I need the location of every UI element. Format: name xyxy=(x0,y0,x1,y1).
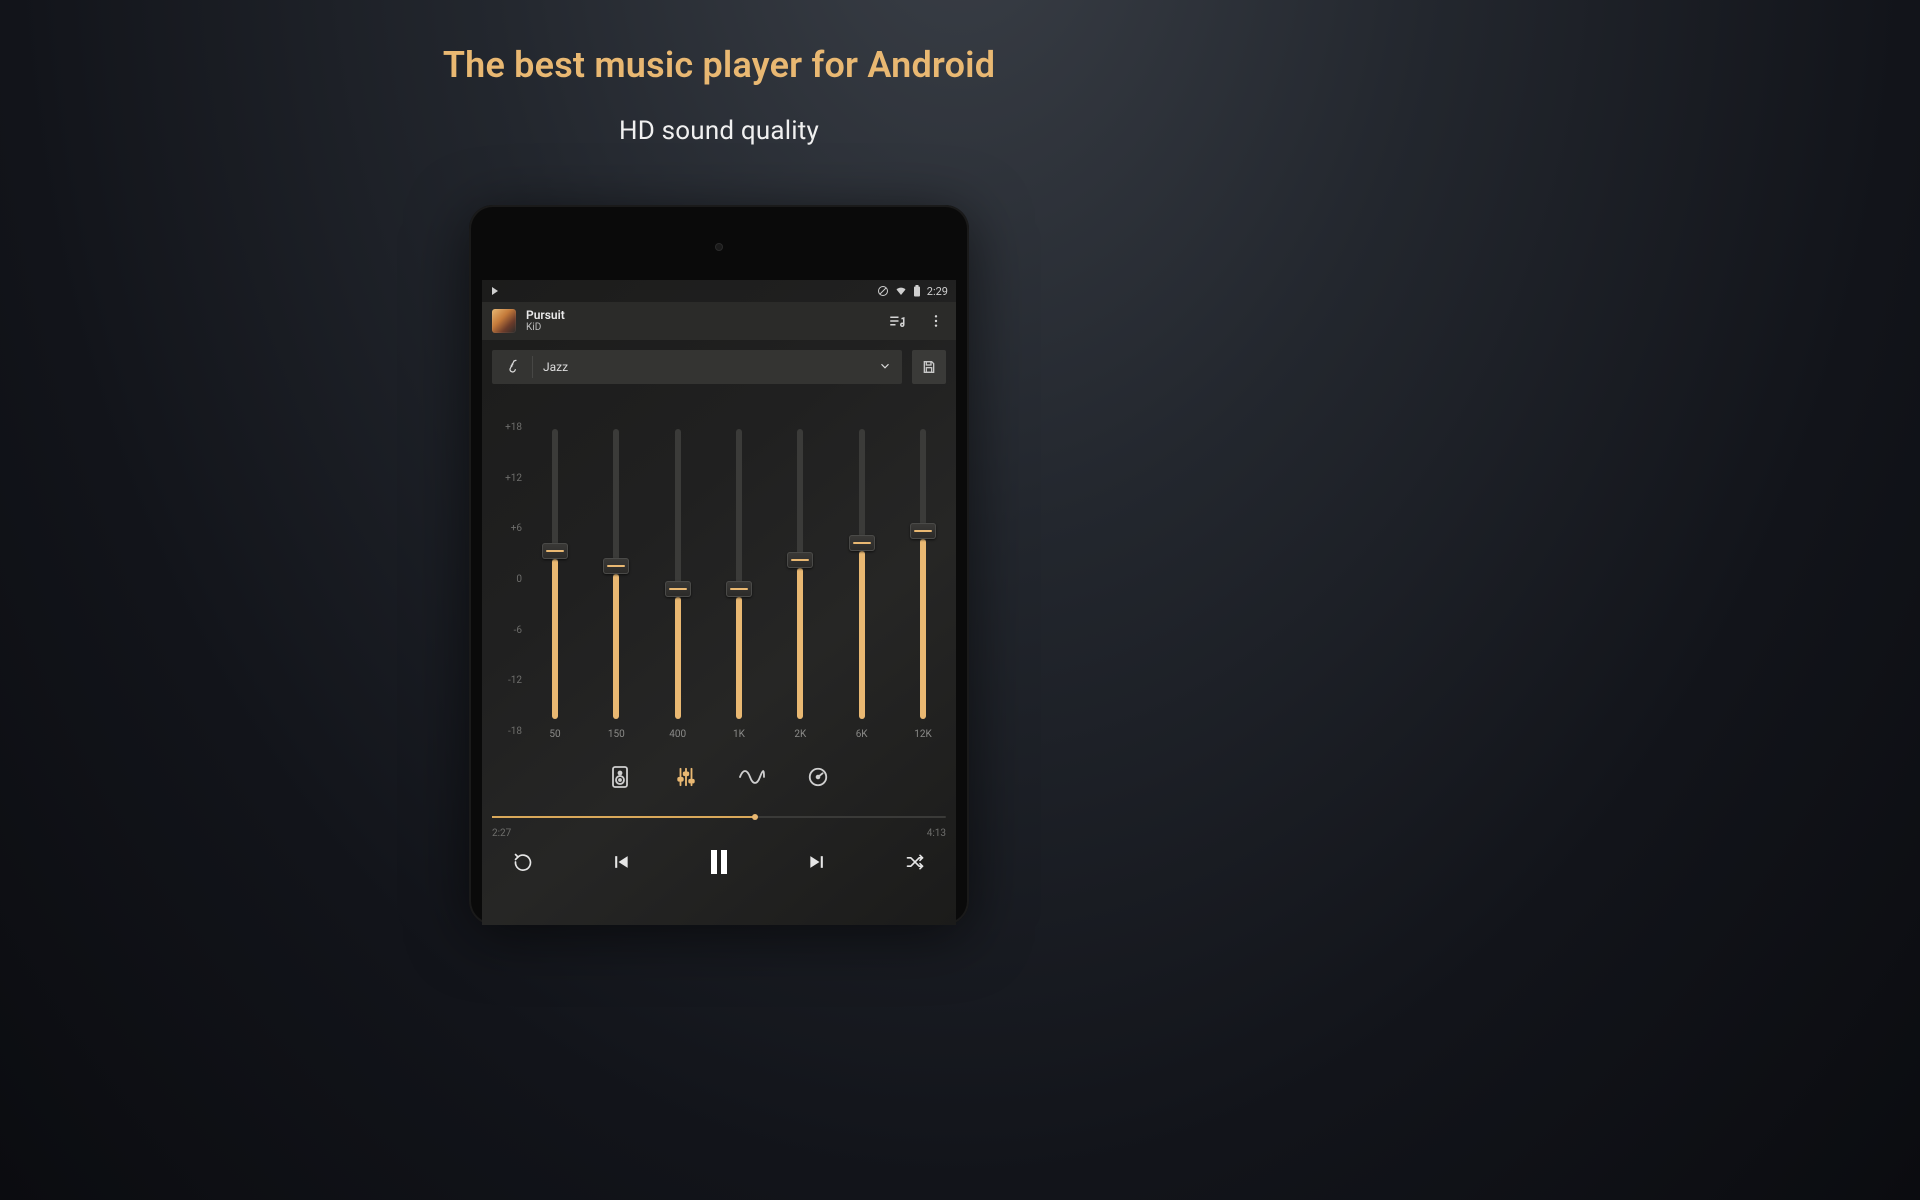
status-clock: 2:29 xyxy=(927,285,948,298)
eq-bands: 50 150 400 1K 2K 6K 12K xyxy=(532,420,946,740)
eq-scale-label: -6 xyxy=(492,626,522,636)
tab-sound-effects[interactable] xyxy=(739,764,765,790)
camera-dot xyxy=(715,243,723,251)
eq-slider[interactable] xyxy=(736,429,742,719)
eq-band-freq: 12K xyxy=(914,729,932,740)
eq-band: 6K xyxy=(839,429,885,740)
repeat-button[interactable] xyxy=(506,845,540,879)
skip-previous-icon xyxy=(611,852,631,872)
preset-row: Jazz xyxy=(482,340,956,384)
headline-text: The best music player for Android xyxy=(0,44,1438,86)
eq-band-freq: 2K xyxy=(794,729,806,740)
tablet-frame: 2:29 Pursuit KiD Jazz xyxy=(469,205,969,925)
eq-band: 150 xyxy=(593,429,639,740)
eq-slider[interactable] xyxy=(613,429,619,719)
eq-band: 12K xyxy=(900,429,946,740)
eq-slider-fill xyxy=(613,574,619,719)
subhead-text: HD sound quality xyxy=(0,116,1438,146)
eq-band: 50 xyxy=(532,429,578,740)
shuffle-icon xyxy=(905,852,925,872)
eq-scale-label: -18 xyxy=(492,727,522,737)
eq-slider-thumb[interactable] xyxy=(849,535,875,551)
album-art-thumb[interactable] xyxy=(492,309,516,333)
eq-slider-fill xyxy=(797,568,803,719)
eq-band-freq: 6K xyxy=(856,729,868,740)
eq-band: 400 xyxy=(655,429,701,740)
eq-band: 1K xyxy=(716,429,762,740)
eq-scale-label: +12 xyxy=(492,474,522,484)
shuffle-button[interactable] xyxy=(898,845,932,879)
eq-slider-fill xyxy=(859,551,865,719)
eq-slider-fill xyxy=(675,597,681,719)
eq-scale-label: +18 xyxy=(492,423,522,433)
eq-band: 2K xyxy=(777,429,823,740)
eq-slider-fill xyxy=(736,597,742,719)
previous-button[interactable] xyxy=(604,845,638,879)
eq-band-freq: 1K xyxy=(733,729,745,740)
transport-bar xyxy=(506,845,932,879)
preset-label: Jazz xyxy=(533,360,568,374)
pause-icon xyxy=(707,848,731,876)
eq-slider[interactable] xyxy=(859,429,865,719)
save-icon xyxy=(921,359,937,375)
eq-slider[interactable] xyxy=(920,429,926,719)
now-playing-header: Pursuit KiD xyxy=(482,302,956,340)
track-title: Pursuit xyxy=(526,309,565,322)
playback-progress[interactable] xyxy=(492,810,946,824)
equalizer: +18 +12 +6 0 -6 -12 -18 50 150 400 1K 2K 6K 12… xyxy=(492,420,946,740)
chevron-down-icon xyxy=(878,359,892,373)
save-preset-button[interactable] xyxy=(912,350,946,384)
eq-scale-label: +6 xyxy=(492,524,522,534)
wave-icon xyxy=(739,767,765,787)
eq-slider-thumb[interactable] xyxy=(665,581,691,597)
playback-times: 2:27 4:13 xyxy=(492,828,946,839)
android-status-bar: 2:29 xyxy=(482,280,956,302)
more-menu-button[interactable] xyxy=(926,309,946,333)
eq-band-freq: 50 xyxy=(549,729,560,740)
track-artist: KiD xyxy=(526,322,565,333)
saxophone-icon xyxy=(504,358,520,376)
eq-scale-label: -12 xyxy=(492,676,522,686)
next-button[interactable] xyxy=(800,845,834,879)
repeat-icon xyxy=(513,852,533,872)
skip-next-icon xyxy=(807,852,827,872)
preset-dropdown[interactable]: Jazz xyxy=(492,350,902,384)
no-sim-icon xyxy=(877,285,889,297)
eq-slider[interactable] xyxy=(675,429,681,719)
eq-scale-label: 0 xyxy=(492,575,522,585)
eq-tabs xyxy=(482,764,956,790)
tab-speaker[interactable] xyxy=(607,764,633,790)
playlist-queue-button[interactable] xyxy=(886,309,908,333)
eq-slider[interactable] xyxy=(552,429,558,719)
eq-scale-labels: +18 +12 +6 0 -6 -12 -18 xyxy=(492,420,522,740)
eq-slider-thumb[interactable] xyxy=(910,523,936,539)
time-elapsed: 2:27 xyxy=(492,828,511,839)
eq-band-freq: 400 xyxy=(669,729,686,740)
time-total: 4:13 xyxy=(927,828,946,839)
sliders-icon xyxy=(675,766,697,788)
eq-slider-thumb[interactable] xyxy=(726,581,752,597)
tab-balance[interactable] xyxy=(805,764,831,790)
wifi-icon xyxy=(895,285,907,297)
gauge-icon xyxy=(807,766,829,788)
eq-slider-fill xyxy=(920,539,926,719)
eq-slider-fill xyxy=(552,559,558,719)
eq-slider[interactable] xyxy=(797,429,803,719)
speaker-icon xyxy=(610,765,630,789)
tablet-screen: 2:29 Pursuit KiD Jazz xyxy=(482,280,956,925)
eq-slider-thumb[interactable] xyxy=(787,552,813,568)
tab-equalizer[interactable] xyxy=(673,764,699,790)
eq-slider-thumb[interactable] xyxy=(542,543,568,559)
eq-band-freq: 150 xyxy=(608,729,625,740)
eq-slider-thumb[interactable] xyxy=(603,558,629,574)
play-pause-button[interactable] xyxy=(702,845,736,879)
status-play-icon xyxy=(490,286,500,296)
battery-icon xyxy=(913,285,921,297)
